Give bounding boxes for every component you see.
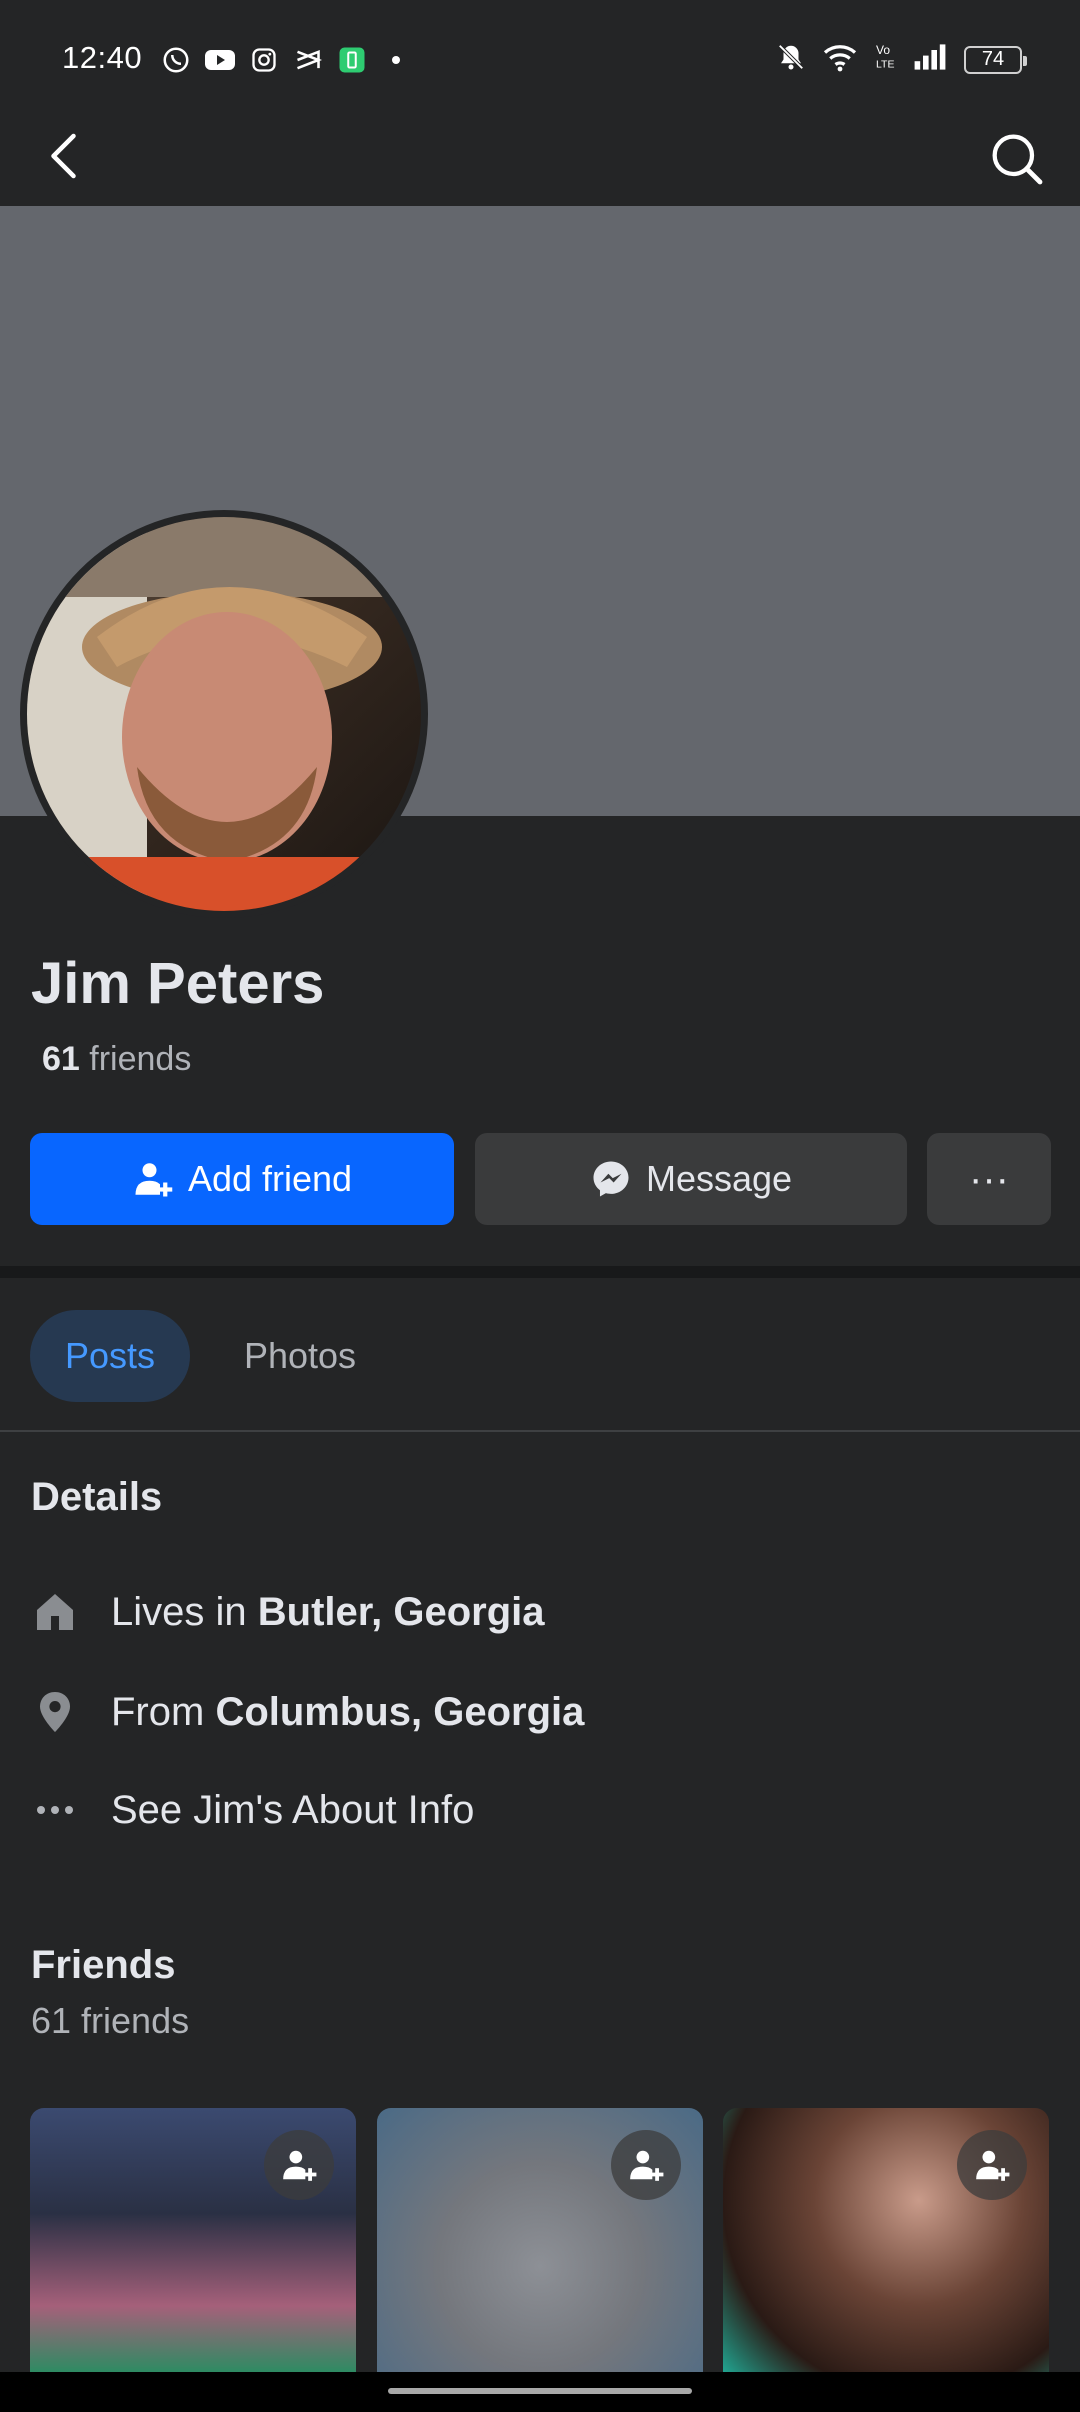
friends-heading: Friends xyxy=(31,1943,176,1987)
dot-icon xyxy=(380,44,412,76)
add-person-icon xyxy=(283,2150,317,2181)
add-person-icon xyxy=(135,1163,173,1197)
status-bar: 12:40 Vo LTE 74 xyxy=(0,0,1080,120)
top-navigation xyxy=(0,120,1080,206)
from-text: From Columbus, Georgia xyxy=(111,1689,585,1734)
svg-text:Vo: Vo xyxy=(876,43,890,57)
battery-indicator: 74 xyxy=(964,45,1027,74)
detail-from: From Columbus, Georgia xyxy=(31,1688,584,1736)
home-indicator[interactable] xyxy=(388,2388,692,2394)
ellipsis-icon xyxy=(31,1786,79,1834)
tab-posts[interactable]: Posts xyxy=(30,1310,190,1402)
avatar-image xyxy=(27,517,421,911)
more-icon: ··· xyxy=(969,1156,1009,1201)
home-icon xyxy=(31,1588,79,1636)
add-friend-button[interactable]: Add friend xyxy=(30,1133,454,1225)
volte-icon: Vo LTE xyxy=(874,42,896,77)
profile-name: Jim Peters xyxy=(31,951,325,1016)
location-pin-icon xyxy=(31,1688,79,1736)
friends-word: friends xyxy=(89,1040,192,1078)
message-label: Message xyxy=(645,1158,793,1199)
friends-number: 61 xyxy=(42,1040,80,1078)
profile-avatar[interactable] xyxy=(20,510,428,918)
add-friend-badge[interactable] xyxy=(957,2130,1027,2200)
add-person-icon xyxy=(630,2150,664,2181)
add-person-icon xyxy=(976,2150,1010,2181)
youtube-icon xyxy=(204,44,236,76)
friend-card[interactable] xyxy=(723,2108,1049,2372)
see-about-label: See Jim's About Info xyxy=(111,1787,475,1832)
friend-card[interactable] xyxy=(30,2108,356,2372)
friends-subtitle: 61 friends xyxy=(31,2000,190,2041)
friends-count[interactable]: 61 friends xyxy=(42,1040,191,1079)
whatsapp-icon xyxy=(160,44,192,76)
detail-lives-in: Lives in Butler, Georgia xyxy=(31,1588,545,1636)
friend-card[interactable] xyxy=(377,2108,703,2372)
search-icon xyxy=(992,134,1043,185)
tab-photos[interactable]: Photos xyxy=(215,1310,385,1402)
system-icons: Vo LTE 74 xyxy=(776,42,1027,77)
notification-icons xyxy=(160,44,412,76)
svg-text:LTE: LTE xyxy=(876,59,894,71)
back-button[interactable] xyxy=(36,126,96,186)
search-button[interactable] xyxy=(984,126,1048,190)
capcut-icon xyxy=(292,44,324,76)
status-time: 12:40 xyxy=(62,40,143,75)
lives-in-place[interactable]: Butler, Georgia xyxy=(258,1590,545,1634)
section-divider xyxy=(0,1266,1080,1278)
more-options-button[interactable]: ··· xyxy=(927,1133,1051,1225)
from-place[interactable]: Columbus, Georgia xyxy=(215,1690,584,1734)
add-friend-badge[interactable] xyxy=(611,2130,681,2200)
see-about-info[interactable]: See Jim's About Info xyxy=(31,1786,474,1834)
details-heading: Details xyxy=(31,1475,163,1519)
signal-icon xyxy=(912,43,948,76)
battery-app-icon xyxy=(336,44,368,76)
tabs-divider xyxy=(0,1430,1080,1432)
lives-in-text: Lives in Butler, Georgia xyxy=(111,1589,545,1634)
wifi-icon xyxy=(822,42,858,77)
chevron-left-icon xyxy=(51,133,76,179)
add-friend-badge[interactable] xyxy=(264,2130,334,2200)
mute-bell-icon xyxy=(776,42,806,77)
instagram-icon xyxy=(248,44,280,76)
message-button[interactable]: Message xyxy=(475,1133,907,1225)
add-friend-label: Add friend xyxy=(187,1158,353,1199)
messenger-icon xyxy=(593,1161,629,1197)
